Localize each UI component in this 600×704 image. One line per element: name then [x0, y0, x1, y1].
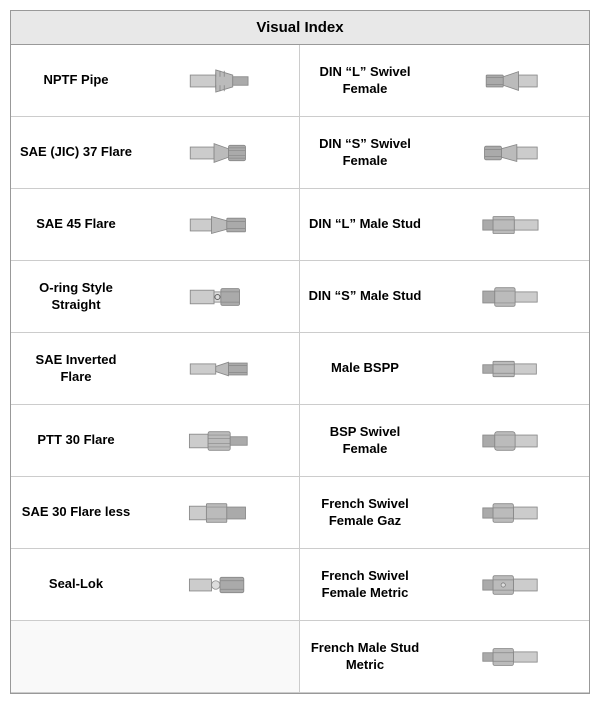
table-row: DIN “L” Male Stud	[300, 189, 589, 261]
right-fitting-image	[430, 487, 589, 539]
left-label: O-ring Style Straight	[11, 276, 141, 318]
left-label: NPTF Pipe	[11, 68, 141, 93]
visual-index-container: Visual Index NPTF Pipe DIN “L” Swivel Fe…	[10, 10, 590, 694]
left-fitting-image	[141, 487, 299, 539]
table-header: Visual Index	[11, 11, 589, 45]
table-row: DIN “S” Swivel Female	[300, 117, 589, 189]
table-row: NPTF Pipe	[11, 45, 300, 117]
table-row: O-ring Style Straight	[11, 261, 300, 333]
table-row: French Swivel Female Gaz	[300, 477, 589, 549]
left-fitting-image	[141, 631, 299, 683]
right-label: French Swivel Female Gaz	[300, 492, 430, 534]
table-row: SAE Inverted Flare	[11, 333, 300, 405]
right-label: DIN “S” Male Stud	[300, 284, 430, 309]
left-label: Seal-Lok	[11, 572, 141, 597]
right-fitting-image	[430, 199, 589, 251]
right-fitting-image	[430, 415, 589, 467]
table-row: French Swivel Female Metric	[300, 549, 589, 621]
right-label: BSP Swivel Female	[300, 420, 430, 462]
left-fitting-image	[141, 199, 299, 251]
table-row: SAE 30 Flare less	[11, 477, 300, 549]
table-row: DIN “S” Male Stud	[300, 261, 589, 333]
right-fitting-image	[430, 127, 589, 179]
left-label	[11, 653, 141, 661]
left-fitting-image	[141, 415, 299, 467]
right-label: French Male Stud Metric	[300, 636, 430, 678]
right-label: DIN “S” Swivel Female	[300, 132, 430, 174]
left-label: SAE Inverted Flare	[11, 348, 141, 390]
left-fitting-image	[141, 559, 299, 611]
right-label: Male BSPP	[300, 356, 430, 381]
left-fitting-image	[141, 271, 299, 323]
table-row: SAE (JIC) 37 Flare	[11, 117, 300, 189]
table-row: BSP Swivel Female	[300, 405, 589, 477]
table-row: Male BSPP	[300, 333, 589, 405]
right-fitting-image	[430, 271, 589, 323]
left-label: PTT 30 Flare	[11, 428, 141, 453]
right-fitting-image	[430, 631, 589, 683]
left-fitting-image	[141, 127, 299, 179]
table-grid: NPTF Pipe DIN “L” Swivel Female SAE (JIC…	[11, 45, 589, 693]
right-fitting-image	[430, 343, 589, 395]
right-label: DIN “L” Male Stud	[300, 212, 430, 237]
left-label: SAE (JIC) 37 Flare	[11, 140, 141, 165]
table-row: DIN “L” Swivel Female	[300, 45, 589, 117]
left-label: SAE 45 Flare	[11, 212, 141, 237]
table-row: Seal-Lok	[11, 549, 300, 621]
table-row: PTT 30 Flare	[11, 405, 300, 477]
table-row: SAE 45 Flare	[11, 189, 300, 261]
header-title: Visual Index	[256, 19, 343, 36]
table-row	[11, 621, 300, 693]
table-row: French Male Stud Metric	[300, 621, 589, 693]
left-label: SAE 30 Flare less	[11, 500, 141, 525]
right-label: French Swivel Female Metric	[300, 564, 430, 606]
left-fitting-image	[141, 55, 299, 107]
right-fitting-image	[430, 55, 589, 107]
right-fitting-image	[430, 559, 589, 611]
right-label: DIN “L” Swivel Female	[300, 60, 430, 102]
left-fitting-image	[141, 343, 299, 395]
